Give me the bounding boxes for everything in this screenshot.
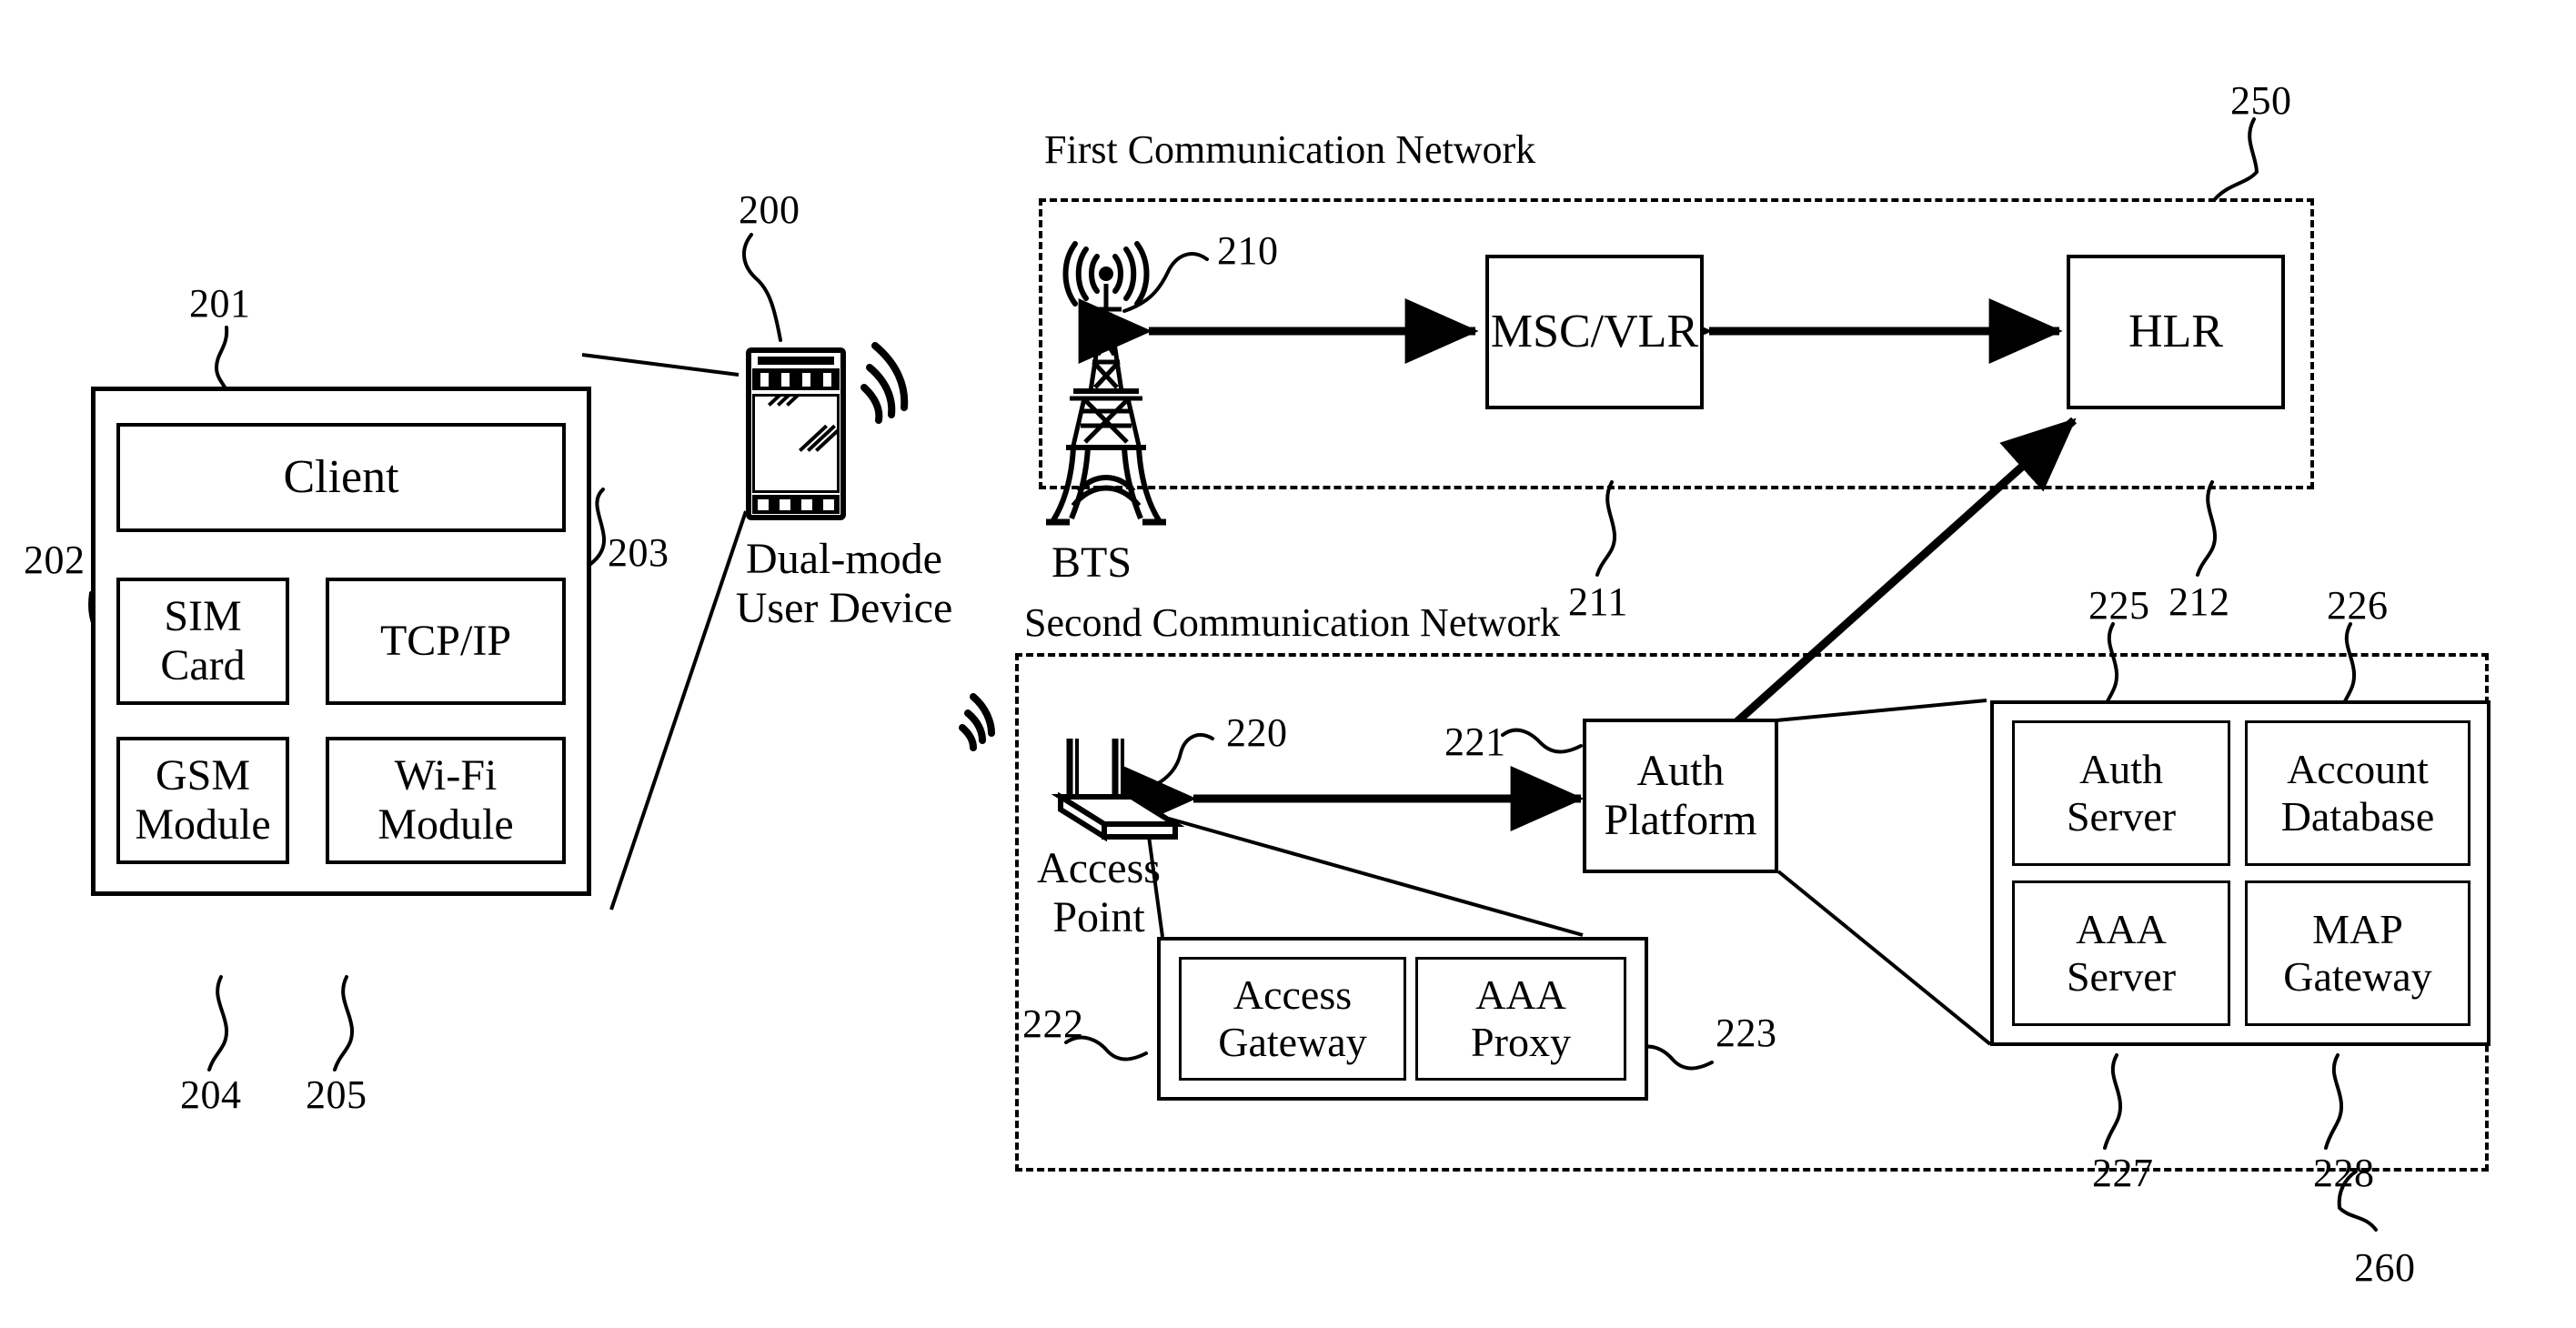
phone-signal-waves-icon [860,342,909,424]
dual-mode-phone-icon[interactable] [746,347,846,520]
access-gateway-box[interactable]: Access Gateway [1179,957,1406,1081]
ref-205: 205 [306,1072,367,1117]
status-icon-signal [760,372,770,387]
wifi-module-label: Wi-Fi Module [377,751,514,849]
ref-260: 260 [2354,1245,2416,1290]
auth-platform-label: Auth Platform [1604,747,1757,844]
ref-203: 203 [608,530,669,575]
phone-screen[interactable] [751,394,840,493]
nav-icon-search[interactable] [823,499,835,510]
gsm-module-label: GSM Module [135,751,271,849]
sim-card-box[interactable]: SIM Card [116,578,289,705]
patent-figure: Client SIM Card TCP/IP GSM Module Wi-Fi … [0,0,2576,1328]
ref-201: 201 [189,281,251,326]
client-label: Client [283,450,399,503]
nav-icon-menu[interactable] [757,499,769,510]
bts-label: BTS [1052,538,1132,587]
access-point-label: Access Point [1037,844,1161,941]
hlr-box[interactable]: HLR [2067,255,2285,409]
status-icon-star [822,372,831,387]
access-gateway-label: Access Gateway [1218,971,1367,1065]
aaa-proxy-box[interactable]: AAA Proxy [1415,957,1626,1081]
ref-228: 228 [2313,1151,2375,1195]
ref-225: 225 [2088,583,2150,628]
gsm-module-box[interactable]: GSM Module [116,737,289,864]
first-network-caption: First Communication Network [1044,127,1536,172]
tcp-ip-label: TCP/IP [379,617,512,666]
client-box[interactable]: Client [116,423,566,532]
phone-nav-bar[interactable] [751,495,840,515]
msc-vlr-box[interactable]: MSC/VLR [1485,255,1704,409]
ref-223: 223 [1716,1011,1777,1055]
nav-icon-home[interactable] [779,499,790,510]
ref-202: 202 [24,538,86,582]
ref-211: 211 [1568,579,1628,624]
ref-220: 220 [1226,710,1288,755]
ref-222: 222 [1022,1001,1084,1046]
account-database-box[interactable]: Account Database [2245,720,2470,866]
status-icon-network [801,372,810,387]
dual-mode-user-device-caption: Dual-mode User Device [735,535,953,632]
aaa-server-box[interactable]: AAA Server [2012,880,2230,1026]
account-database-label: Account Database [2280,746,2435,840]
ref-227: 227 [2092,1151,2154,1195]
tcp-ip-box[interactable]: TCP/IP [326,578,566,705]
phone-status-bar [751,367,840,391]
auth-server-box[interactable]: Auth Server [2012,720,2230,866]
phone-earpiece [758,356,834,365]
wifi-module-box[interactable]: Wi-Fi Module [326,737,566,864]
status-icon-battery [781,372,790,387]
auth-server-label: Auth Server [2066,746,2177,840]
ref-221: 221 [1444,719,1506,764]
nav-icon-back[interactable] [801,499,813,510]
ref-200: 200 [739,187,800,232]
aaa-server-label: AAA Server [2066,906,2177,1000]
ref-250: 250 [2230,78,2292,123]
auth-platform-box[interactable]: Auth Platform [1583,719,1778,873]
ref-212: 212 [2168,579,2230,624]
msc-vlr-label: MSC/VLR [1490,305,1699,357]
ref-226: 226 [2327,583,2389,628]
map-gateway-label: MAP Gateway [2283,906,2432,1000]
aaa-proxy-label: AAA Proxy [1471,971,1571,1065]
second-network-caption: Second Communication Network [1024,600,1561,645]
ref-210: 210 [1217,228,1279,273]
sim-card-label: SIM Card [160,592,246,689]
map-gateway-box[interactable]: MAP Gateway [2245,880,2470,1026]
ref-204: 204 [180,1072,242,1117]
hlr-label: HLR [2128,305,2223,357]
wifi-waves-icon [959,693,995,751]
